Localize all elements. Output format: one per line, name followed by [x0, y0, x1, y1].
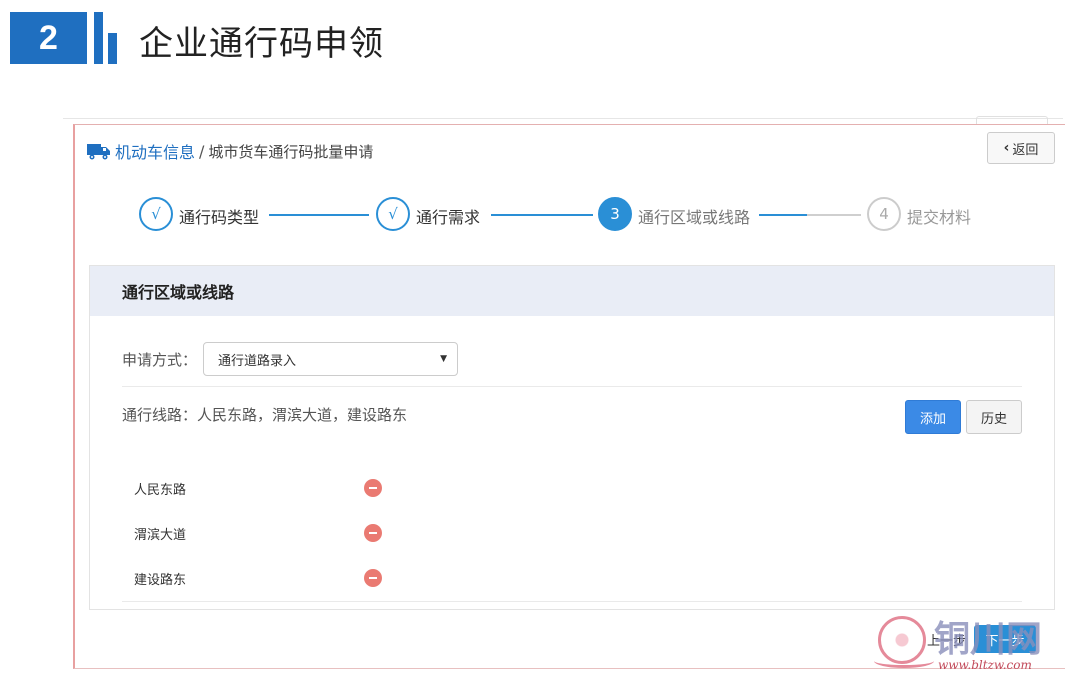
breadcrumb-separator: / — [199, 141, 205, 161]
road-item: 人民东路 — [134, 476, 434, 500]
divider — [122, 601, 1022, 602]
step-4-label: 提交材料 — [907, 208, 972, 227]
add-button[interactable]: 添加 — [905, 400, 961, 434]
road-name: 人民东路 — [134, 482, 187, 498]
road-name: 建设路东 — [134, 572, 187, 588]
method-label: 申请方式： — [122, 350, 198, 369]
slide-number: 2 — [10, 12, 87, 64]
road-item: 渭滨大道 — [134, 521, 434, 545]
divider — [122, 386, 1022, 387]
truck-icon — [87, 144, 110, 160]
panel-title: 通行区域或线路 — [90, 266, 1054, 316]
history-button[interactable]: 历史 — [966, 400, 1022, 434]
step-connector-3a — [759, 214, 807, 216]
slide-title: 企业通行码申领 — [139, 24, 384, 64]
back-button-label: 返回 — [1012, 142, 1039, 158]
road-item: 建设路东 — [134, 566, 434, 590]
step-2-circle: √ — [376, 197, 410, 231]
swoosh-icon — [874, 654, 934, 668]
title-accent-bar-short — [108, 33, 117, 64]
title-accent-bar — [94, 12, 103, 64]
step-connector-3b — [807, 214, 861, 216]
site-watermark: 铜川网 www.bltzw.com — [872, 612, 1072, 680]
step-connector-2 — [491, 214, 593, 216]
back-button[interactable]: ‹ 返回 — [987, 132, 1055, 164]
route-panel: 通行区域或线路 申请方式： 通行道路录入 ▼ 通行线路：人民东路，渭滨大道，建设… — [89, 265, 1055, 610]
breadcrumb-root-link[interactable]: 机动车信息 — [115, 139, 195, 163]
breadcrumb: 机动车信息 / 城市货车通行码批量申请 — [87, 139, 373, 163]
remove-icon[interactable] — [364, 524, 382, 542]
watermark-url: www.bltzw.com — [938, 658, 1032, 672]
method-row: 申请方式： 通行道路录入 ▼ — [122, 342, 459, 376]
step-3-circle: 3 — [598, 197, 632, 231]
caret-down-icon: ▼ — [440, 354, 448, 364]
road-name: 渭滨大道 — [134, 527, 187, 543]
step-2-label: 通行需求 — [416, 208, 481, 227]
remove-icon[interactable] — [364, 479, 382, 497]
app-screenshot: 机动车信息 / 城市货车通行码批量申请 ‹ 返回 √ 通行码类型 √ 通行需求 … — [73, 124, 1065, 669]
watermark-text: 铜川网 — [934, 618, 1043, 660]
breadcrumb-current: 城市货车通行码批量申请 — [208, 142, 374, 161]
route-summary: 通行线路：人民东路，渭滨大道，建设路东 — [122, 406, 408, 424]
step-indicator: √ 通行码类型 √ 通行需求 3 通行区域或线路 4 提交材料 — [75, 197, 1065, 245]
step-4-circle: 4 — [867, 197, 901, 231]
step-1-label: 通行码类型 — [179, 208, 260, 227]
remove-icon[interactable] — [364, 569, 382, 587]
method-select[interactable]: 通行道路录入 ▼ — [203, 342, 459, 376]
method-select-value: 通行道路录入 — [218, 353, 297, 369]
step-3-label: 通行区域或线路 — [638, 208, 751, 227]
chevron-left-icon: ‹ — [1003, 140, 1010, 156]
step-1-circle: √ — [139, 197, 173, 231]
step-connector-1 — [269, 214, 369, 216]
